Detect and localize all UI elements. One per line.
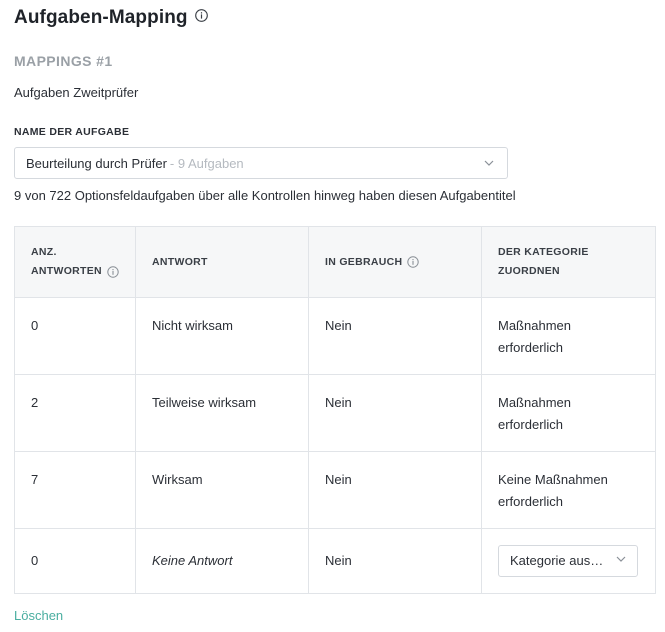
table-row: 7 Wirksam Nein Keine Maßnahmen erforderl… — [14, 451, 656, 529]
page-header: Aufgaben-Mapping — [14, 7, 208, 29]
answer-cell: Wirksam — [135, 451, 309, 529]
category-cell: Maßnahmen erforderlich — [481, 297, 656, 375]
answer-count-cell: 7 — [14, 451, 136, 529]
delete-link[interactable]: Löschen — [14, 608, 63, 623]
header-count-line1: ANZ. — [31, 246, 57, 258]
category-text-line1: Maßnahmen — [498, 318, 571, 333]
header-category-line2: ZUORDNEN — [498, 265, 560, 277]
table-row: 2 Teilweise wirksam Nein Maßnahmen erfor… — [14, 374, 656, 452]
in-use-cell: Nein — [308, 528, 482, 594]
mapping-heading: MAPPINGS #1 — [14, 53, 113, 69]
category-cell: Keine Maßnahmen erforderlich — [481, 451, 656, 529]
category-text-line2: erforderlich — [498, 494, 564, 509]
answer-cell: Nicht wirksam — [135, 297, 309, 375]
chevron-down-icon — [615, 550, 627, 572]
in-use-cell: Nein — [308, 297, 482, 375]
header-count-line2: ANTWORTEN — [31, 265, 102, 277]
task-name-label: NAME DER AUFGABE — [14, 126, 130, 138]
header-answer: ANTWORT — [135, 226, 309, 298]
info-icon[interactable] — [407, 256, 420, 268]
answer-mapping-table: ANZ. ANTWORTEN ANTWORT IN GEBRAUCH DER K… — [14, 226, 656, 594]
page-title: Aufgaben-Mapping — [14, 7, 188, 28]
mapping-subtitle: Aufgaben Zweitprüfer — [14, 85, 139, 100]
category-text-line1: Keine Maßnahmen — [498, 472, 608, 487]
category-text-line1: Maßnahmen — [498, 395, 571, 410]
info-icon[interactable] — [194, 8, 208, 22]
answer-count-cell: 2 — [14, 374, 136, 452]
table-header-row: ANZ. ANTWORTEN ANTWORT IN GEBRAUCH DER K… — [14, 226, 656, 298]
task-name-value: Beurteilung durch Prüfer — [26, 155, 167, 171]
table-row: 0 Keine Antwort Nein Kategorie aus… — [14, 528, 656, 594]
answer-cell: Keine Antwort — [135, 528, 309, 594]
in-use-cell: Nein — [308, 451, 482, 529]
header-category-line1: DER KATEGORIE — [498, 246, 589, 258]
answer-cell: Teilweise wirksam — [135, 374, 309, 452]
header-in-use: IN GEBRAUCH — [308, 226, 482, 298]
answer-count-cell: 0 — [14, 297, 136, 375]
chevron-down-icon — [483, 157, 495, 172]
category-cell: Maßnahmen erforderlich — [481, 374, 656, 452]
in-use-cell: Nein — [308, 374, 482, 452]
task-name-select[interactable]: Beurteilung durch Prüfer - 9 Aufgaben — [14, 147, 508, 179]
category-select[interactable]: Kategorie aus… — [498, 545, 638, 577]
answer-count-cell: 0 — [14, 528, 136, 594]
header-answer-count: ANZ. ANTWORTEN — [14, 226, 136, 298]
task-count-hint: - 9 Aufgaben — [169, 155, 244, 171]
category-cell: Kategorie aus… — [481, 528, 656, 594]
info-icon[interactable] — [107, 265, 119, 278]
category-select-value: Kategorie aus… — [510, 553, 604, 568]
header-assign-category: DER KATEGORIE ZUORDNEN — [481, 226, 656, 298]
table-row: 0 Nicht wirksam Nein Maßnahmen erforderl… — [14, 297, 656, 375]
category-text-line2: erforderlich — [498, 340, 564, 355]
category-text-line2: erforderlich — [498, 417, 564, 432]
header-in-use-label: IN GEBRAUCH — [325, 255, 403, 268]
task-helper-text: 9 von 722 Optionsfeldaufgaben über alle … — [14, 188, 516, 203]
